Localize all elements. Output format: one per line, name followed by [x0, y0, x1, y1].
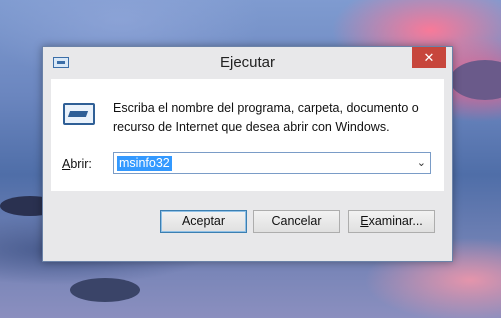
- browse-button[interactable]: Examinar...: [348, 210, 435, 233]
- description-text: Escriba el nombre del programa, carpeta,…: [113, 99, 433, 137]
- browse-label: xaminar...: [368, 214, 423, 228]
- wallpaper-cloud: [450, 60, 501, 100]
- open-input-value[interactable]: msinfo32: [117, 156, 172, 171]
- window-title: Ejecutar: [219, 54, 276, 71]
- wallpaper-island: [70, 278, 140, 302]
- open-label: Abrir:: [62, 157, 92, 171]
- close-button[interactable]: ✕: [412, 47, 446, 68]
- run-dialog: Ejecutar ✕ Escriba el nombre del program…: [42, 46, 453, 262]
- accept-button[interactable]: Aceptar: [160, 210, 247, 233]
- run-program-icon: [63, 101, 97, 127]
- open-label-text: brir:: [70, 157, 92, 171]
- dialog-content: Escriba el nombre del programa, carpeta,…: [51, 79, 444, 191]
- description-line: recurso de Internet que desea abrir con …: [113, 120, 390, 134]
- cancel-button[interactable]: Cancelar: [253, 210, 340, 233]
- description-line: Escriba el nombre del programa, carpeta,…: [113, 101, 419, 115]
- browse-mnemonic: E: [360, 214, 369, 228]
- title-bar[interactable]: Ejecutar ✕: [43, 47, 452, 79]
- chevron-down-icon[interactable]: ⌄: [417, 156, 426, 169]
- open-combobox[interactable]: msinfo32 ⌄: [113, 152, 431, 174]
